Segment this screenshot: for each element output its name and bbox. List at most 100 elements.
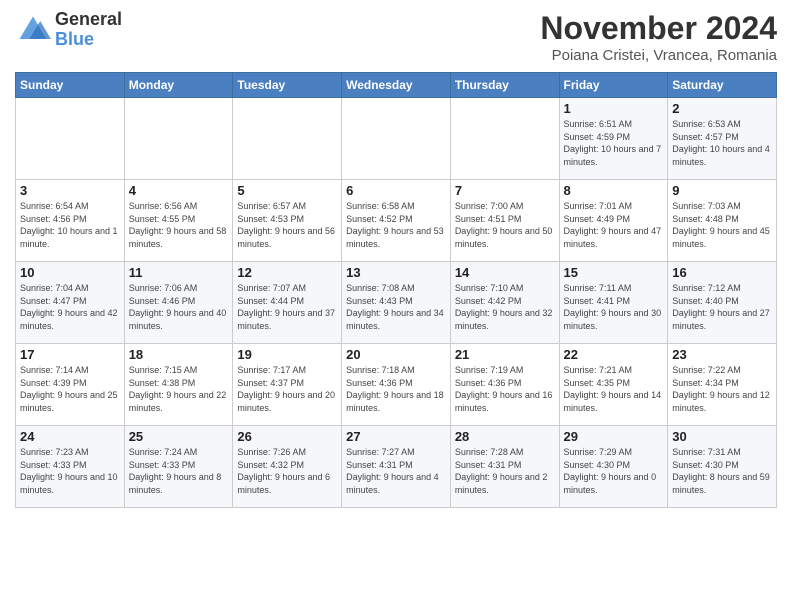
calendar-cell: 2 Sunrise: 6:53 AM Sunset: 4:57 PM Daylig…: [668, 98, 777, 180]
day-info: Sunrise: 6:57 AM Sunset: 4:53 PM Dayligh…: [237, 200, 337, 250]
day-info: Sunrise: 7:18 AM Sunset: 4:36 PM Dayligh…: [346, 364, 446, 414]
header-day-sunday: Sunday: [16, 73, 125, 98]
day-number: 12: [237, 265, 337, 280]
day-info: Sunrise: 7:22 AM Sunset: 4:34 PM Dayligh…: [672, 364, 772, 414]
day-info: Sunrise: 7:10 AM Sunset: 4:42 PM Dayligh…: [455, 282, 555, 332]
calendar-cell: 8 Sunrise: 7:01 AM Sunset: 4:49 PM Daylig…: [559, 180, 668, 262]
calendar-cell: 12Sunrise: 7:07 AM Sunset: 4:44 PM Dayli…: [233, 262, 342, 344]
header-day-thursday: Thursday: [450, 73, 559, 98]
day-number: 19: [237, 347, 337, 362]
calendar-cell: 1 Sunrise: 6:51 AM Sunset: 4:59 PM Daylig…: [559, 98, 668, 180]
title-block: November 2024 Poiana Cristei, Vrancea, R…: [540, 10, 777, 64]
page-container: General Blue November 2024 Poiana Criste…: [0, 0, 792, 518]
calendar-cell: 29 Sunrise: 7:29 AM Sunset: 4:30 PM Dayli…: [559, 426, 668, 508]
calendar-cell: 23 Sunrise: 7:22 AM Sunset: 4:34 PM Dayli…: [668, 344, 777, 426]
calendar-cell: 15 Sunrise: 7:11 AM Sunset: 4:41 PM Dayli…: [559, 262, 668, 344]
header-day-wednesday: Wednesday: [342, 73, 451, 98]
day-info: Sunrise: 7:04 AM Sunset: 4:47 PM Dayligh…: [20, 282, 120, 332]
day-number: 5: [237, 183, 337, 198]
calendar-table: SundayMondayTuesdayWednesdayThursdayFrid…: [15, 72, 777, 508]
calendar-cell: 30Sunrise: 7:31 AM Sunset: 4:30 PM Dayli…: [668, 426, 777, 508]
calendar-cell: 14 Sunrise: 7:10 AM Sunset: 4:42 PM Dayli…: [450, 262, 559, 344]
calendar-cell: 28Sunrise: 7:28 AM Sunset: 4:31 PM Dayli…: [450, 426, 559, 508]
calendar-cell: [124, 98, 233, 180]
day-number: 27: [346, 429, 446, 444]
day-info: Sunrise: 7:11 AM Sunset: 4:41 PM Dayligh…: [564, 282, 664, 332]
calendar-week-4: 17 Sunrise: 7:14 AM Sunset: 4:39 PM Dayli…: [16, 344, 777, 426]
day-number: 18: [129, 347, 229, 362]
day-info: Sunrise: 7:01 AM Sunset: 4:49 PM Dayligh…: [564, 200, 664, 250]
day-info: Sunrise: 7:08 AM Sunset: 4:43 PM Dayligh…: [346, 282, 446, 332]
calendar-header-row: SundayMondayTuesdayWednesdayThursdayFrid…: [16, 73, 777, 98]
day-number: 24: [20, 429, 120, 444]
calendar-cell: 21Sunrise: 7:19 AM Sunset: 4:36 PM Dayli…: [450, 344, 559, 426]
calendar-cell: 10Sunrise: 7:04 AM Sunset: 4:47 PM Dayli…: [16, 262, 125, 344]
calendar-cell: 4 Sunrise: 6:56 AM Sunset: 4:55 PM Daylig…: [124, 180, 233, 262]
header-day-saturday: Saturday: [668, 73, 777, 98]
day-info: Sunrise: 7:17 AM Sunset: 4:37 PM Dayligh…: [237, 364, 337, 414]
day-number: 22: [564, 347, 664, 362]
day-info: Sunrise: 7:31 AM Sunset: 4:30 PM Dayligh…: [672, 446, 772, 496]
day-info: Sunrise: 6:54 AM Sunset: 4:56 PM Dayligh…: [20, 200, 120, 250]
day-number: 20: [346, 347, 446, 362]
day-info: Sunrise: 7:00 AM Sunset: 4:51 PM Dayligh…: [455, 200, 555, 250]
day-info: Sunrise: 6:56 AM Sunset: 4:55 PM Dayligh…: [129, 200, 229, 250]
logo-line2: Blue: [55, 30, 122, 50]
day-number: 25: [129, 429, 229, 444]
calendar-week-3: 10Sunrise: 7:04 AM Sunset: 4:47 PM Dayli…: [16, 262, 777, 344]
calendar-cell: [342, 98, 451, 180]
day-info: Sunrise: 7:29 AM Sunset: 4:30 PM Dayligh…: [564, 446, 664, 496]
calendar-cell: 18 Sunrise: 7:15 AM Sunset: 4:38 PM Dayli…: [124, 344, 233, 426]
day-info: Sunrise: 7:24 AM Sunset: 4:33 PM Dayligh…: [129, 446, 229, 496]
day-info: Sunrise: 7:14 AM Sunset: 4:39 PM Dayligh…: [20, 364, 120, 414]
day-info: Sunrise: 7:28 AM Sunset: 4:31 PM Dayligh…: [455, 446, 555, 496]
day-info: Sunrise: 7:06 AM Sunset: 4:46 PM Dayligh…: [129, 282, 229, 332]
header: General Blue November 2024 Poiana Criste…: [15, 10, 777, 64]
calendar-cell: [16, 98, 125, 180]
header-day-friday: Friday: [559, 73, 668, 98]
header-day-tuesday: Tuesday: [233, 73, 342, 98]
day-number: 7: [455, 183, 555, 198]
day-info: Sunrise: 7:19 AM Sunset: 4:36 PM Dayligh…: [455, 364, 555, 414]
day-number: 16: [672, 265, 772, 280]
day-number: 6: [346, 183, 446, 198]
day-number: 8: [564, 183, 664, 198]
calendar-cell: 27 Sunrise: 7:27 AM Sunset: 4:31 PM Dayli…: [342, 426, 451, 508]
calendar-cell: [233, 98, 342, 180]
calendar-cell: 26 Sunrise: 7:26 AM Sunset: 4:32 PM Dayli…: [233, 426, 342, 508]
logo-icon: [15, 12, 51, 48]
calendar-week-1: 1 Sunrise: 6:51 AM Sunset: 4:59 PM Daylig…: [16, 98, 777, 180]
day-info: Sunrise: 7:26 AM Sunset: 4:32 PM Dayligh…: [237, 446, 337, 496]
calendar-cell: 9 Sunrise: 7:03 AM Sunset: 4:48 PM Daylig…: [668, 180, 777, 262]
calendar-cell: [450, 98, 559, 180]
day-info: Sunrise: 6:53 AM Sunset: 4:57 PM Dayligh…: [672, 118, 772, 168]
day-info: Sunrise: 7:12 AM Sunset: 4:40 PM Dayligh…: [672, 282, 772, 332]
logo-text: General Blue: [55, 10, 122, 50]
day-info: Sunrise: 7:15 AM Sunset: 4:38 PM Dayligh…: [129, 364, 229, 414]
day-number: 9: [672, 183, 772, 198]
calendar-cell: 20 Sunrise: 7:18 AM Sunset: 4:36 PM Dayli…: [342, 344, 451, 426]
calendar-cell: 11 Sunrise: 7:06 AM Sunset: 4:46 PM Dayli…: [124, 262, 233, 344]
page-title: November 2024: [540, 10, 777, 47]
day-number: 15: [564, 265, 664, 280]
logo-line1: General: [55, 10, 122, 30]
day-number: 11: [129, 265, 229, 280]
day-info: Sunrise: 6:51 AM Sunset: 4:59 PM Dayligh…: [564, 118, 664, 168]
calendar-cell: 13Sunrise: 7:08 AM Sunset: 4:43 PM Dayli…: [342, 262, 451, 344]
day-number: 26: [237, 429, 337, 444]
day-number: 1: [564, 101, 664, 116]
calendar-cell: 19 Sunrise: 7:17 AM Sunset: 4:37 PM Dayli…: [233, 344, 342, 426]
day-number: 17: [20, 347, 120, 362]
day-number: 4: [129, 183, 229, 198]
page-subtitle: Poiana Cristei, Vrancea, Romania: [540, 47, 777, 64]
day-info: Sunrise: 7:03 AM Sunset: 4:48 PM Dayligh…: [672, 200, 772, 250]
day-number: 14: [455, 265, 555, 280]
calendar-cell: 22Sunrise: 7:21 AM Sunset: 4:35 PM Dayli…: [559, 344, 668, 426]
day-number: 2: [672, 101, 772, 116]
day-info: Sunrise: 7:27 AM Sunset: 4:31 PM Dayligh…: [346, 446, 446, 496]
calendar-cell: 3Sunrise: 6:54 AM Sunset: 4:56 PM Daylig…: [16, 180, 125, 262]
header-day-monday: Monday: [124, 73, 233, 98]
day-info: Sunrise: 7:23 AM Sunset: 4:33 PM Dayligh…: [20, 446, 120, 496]
day-number: 29: [564, 429, 664, 444]
day-number: 23: [672, 347, 772, 362]
